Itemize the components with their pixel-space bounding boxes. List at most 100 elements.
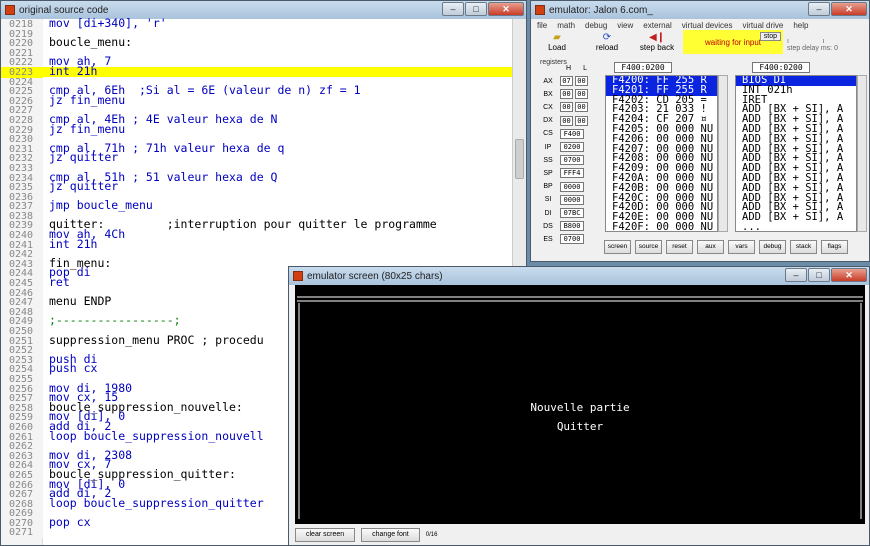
register-ax-h[interactable]: 07	[560, 76, 573, 86]
emulator-menu-bar: file math debug view external virtual devices…	[531, 19, 869, 30]
emulator-bottom-buttons: screen source reset aux vars debug stack flags	[604, 240, 848, 254]
register-ds-value[interactable]: B800	[560, 221, 584, 232]
register-cx-l[interactable]: 00	[575, 102, 588, 113]
source-window-title: original source code	[19, 4, 109, 16]
minimize-button[interactable]: –	[442, 2, 464, 16]
register-ax-l[interactable]: 00	[575, 76, 588, 86]
code-line[interactable]: 0218 mov [di+340], 'r'	[1, 17, 512, 30]
register-bp: BP 0000	[538, 181, 584, 192]
clear-screen-button[interactable]: clear screen	[295, 528, 356, 542]
register-bx: BX 00 00	[538, 89, 588, 100]
screen-close-button[interactable]: ✕	[831, 268, 867, 282]
register-cs: CS F400	[538, 128, 584, 139]
register-name: BP	[543, 183, 553, 191]
register-dx-l[interactable]: 00	[575, 115, 588, 126]
register-bx-l[interactable]: 00	[575, 89, 588, 100]
register-dx-h[interactable]: 00	[560, 115, 573, 126]
menu-item-virtual-drive[interactable]: virtual drive	[742, 21, 783, 30]
register-name: CX	[543, 103, 553, 111]
code-line[interactable]: 0232 jz quitter	[1, 152, 512, 164]
emu-close-button[interactable]: ✕	[831, 2, 867, 16]
code-line[interactable]: 0241 int 21h	[1, 238, 512, 251]
change-font-button[interactable]: change font	[361, 528, 420, 542]
register-ip: IP 0200	[538, 142, 584, 152]
close-button[interactable]: ✕	[488, 2, 524, 16]
flags-button[interactable]: flags	[821, 240, 848, 254]
debug-button[interactable]: debug	[759, 240, 786, 254]
menu-item-debug[interactable]: debug	[585, 21, 607, 30]
status-indicator: waiting for input stop	[683, 30, 783, 54]
menu-item-virtual-devices[interactable]: virtual devices	[682, 21, 733, 30]
register-name: SP	[543, 169, 553, 177]
app-icon	[5, 5, 15, 15]
register-dx: DX 00 00	[538, 115, 588, 126]
registers-label: registers	[540, 59, 567, 66]
register-es: ES 0700	[538, 234, 584, 245]
code-line[interactable]: 0223 int 21h	[1, 65, 512, 78]
step-delay-label: step delay ms: 0	[787, 45, 838, 52]
screen-title-bar[interactable]: emulator screen (80x25 chars) – □ ✕	[289, 267, 869, 285]
register-name: BX	[543, 90, 553, 98]
register-cs-value[interactable]: F400	[560, 128, 584, 139]
register-bx-h[interactable]: 00	[560, 89, 573, 100]
reload-button[interactable]: ⟳ reload	[583, 30, 631, 54]
memory-address-field[interactable]: F400:0200	[614, 62, 672, 73]
register-ss-value[interactable]: 0700	[560, 155, 584, 166]
register-es-value[interactable]: 0700	[560, 234, 584, 245]
maximize-button[interactable]: □	[465, 2, 487, 16]
register-ax: AX 07 00	[538, 76, 588, 86]
code-line[interactable]: 0226 jz fin_menu	[1, 94, 512, 107]
disassembly-address-field[interactable]: F400:0200	[752, 62, 810, 73]
menu-option-new-game: Nouvelle partie	[530, 401, 630, 414]
register-name: ES	[543, 235, 553, 243]
load-button[interactable]: ▰ Load	[533, 30, 581, 54]
code-line[interactable]: 0235 jz quitter	[1, 180, 512, 193]
vars-button[interactable]: vars	[728, 240, 755, 254]
code-line[interactable]: 0229 jz fin_menu	[1, 123, 512, 136]
screen-maximize-button[interactable]: □	[808, 268, 830, 282]
source-button[interactable]: source	[635, 240, 662, 254]
emu-minimize-button[interactable]: –	[808, 2, 830, 16]
register-bp-value[interactable]: 0000	[560, 181, 584, 192]
emulator-screen[interactable]: Nouvelle partie Quitter	[295, 285, 865, 524]
register-si-value[interactable]: 0000	[560, 194, 584, 205]
menu-item-external[interactable]: external	[643, 21, 671, 30]
step-delay-control[interactable]: ı ı step delay ms: 0	[785, 30, 840, 54]
register-name: DI	[544, 209, 552, 217]
menu-item-math[interactable]: math	[557, 21, 575, 30]
screen-minimize-button[interactable]: –	[785, 268, 807, 282]
code-line[interactable]: 0220 boucle_menu:	[1, 36, 512, 49]
screen-button[interactable]: screen	[604, 240, 631, 254]
disassembly-list[interactable]: BIOS DI INT 021h IRET ADD [BX + SI], A ADD […	[735, 75, 857, 232]
register-di-value[interactable]: 07BC	[560, 208, 584, 218]
emulator-screen-window[interactable]: emulator screen (80x25 chars) – □ ✕ Nouv…	[288, 266, 870, 546]
memory-list[interactable]: F4200: FF 255 R F4201: FF 255 R F4202: CD …	[605, 75, 718, 232]
stack-button[interactable]: stack	[790, 240, 817, 254]
register-name: DS	[543, 222, 553, 230]
menu-item-help[interactable]: help	[793, 21, 808, 30]
reset-button[interactable]: reset	[666, 240, 693, 254]
register-sp-value[interactable]: FFF4	[560, 168, 584, 179]
step-back-icon: ◀❙	[648, 31, 666, 43]
code-line[interactable]: 0237 jmp boucle_menu	[1, 200, 512, 212]
scrollbar-thumb[interactable]	[515, 139, 524, 179]
register-cx-h[interactable]: 00	[560, 102, 573, 113]
register-name: SS	[543, 156, 553, 164]
menu-item-file[interactable]: file	[537, 21, 547, 30]
register-si: SI 0000	[538, 194, 584, 205]
register-cx: CX 00 00	[538, 102, 588, 113]
memory-scrollbar[interactable]	[718, 75, 728, 232]
menu-item-view[interactable]: view	[617, 21, 633, 30]
aux-button[interactable]: aux	[697, 240, 724, 254]
reload-icon: ⟳	[602, 31, 612, 43]
folder-icon: ▰	[553, 31, 561, 43]
disassembly-scrollbar[interactable]	[857, 75, 867, 232]
register-ip-value[interactable]: 0200	[560, 142, 584, 152]
step-back-button[interactable]: ◀❙ step back	[633, 30, 681, 54]
font-size-label: 0/16	[425, 532, 438, 538]
disassembly-row[interactable]: ...	[736, 222, 856, 231]
emulator-title-bar[interactable]: emulator: Jalon 6.com_ – ✕	[531, 1, 869, 19]
memory-row[interactable]: F420F: 00 000 NU	[606, 222, 717, 231]
stop-button[interactable]: stop	[759, 32, 781, 41]
